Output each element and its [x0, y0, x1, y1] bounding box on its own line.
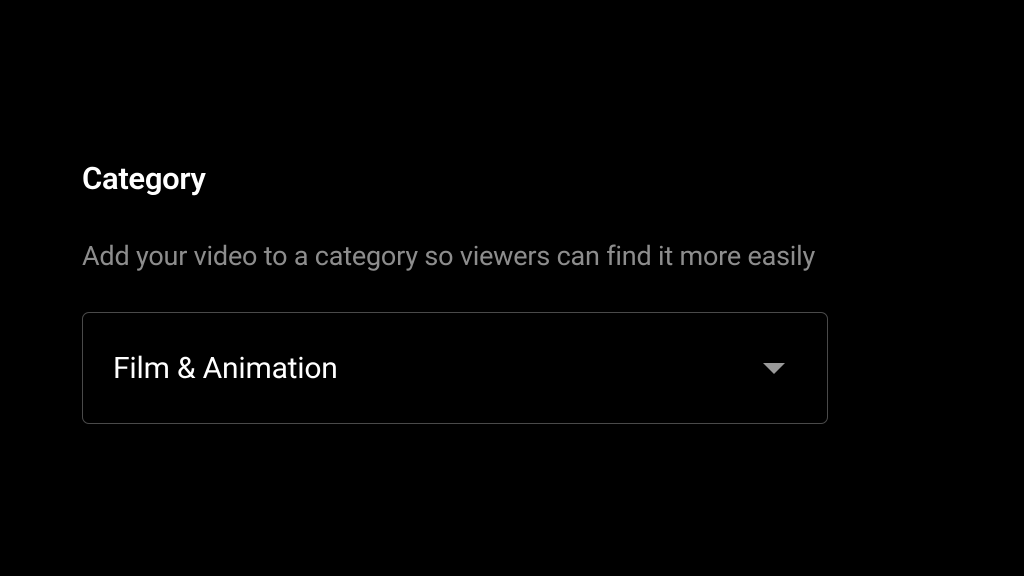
category-section: Category Add your video to a category so…: [0, 0, 1024, 424]
selected-value: Film & Animation: [113, 351, 338, 386]
section-heading: Category: [82, 160, 942, 197]
section-description: Add your video to a category so viewers …: [82, 239, 942, 274]
chevron-down-icon: [763, 363, 785, 374]
category-select[interactable]: Film & Animation: [82, 312, 828, 424]
